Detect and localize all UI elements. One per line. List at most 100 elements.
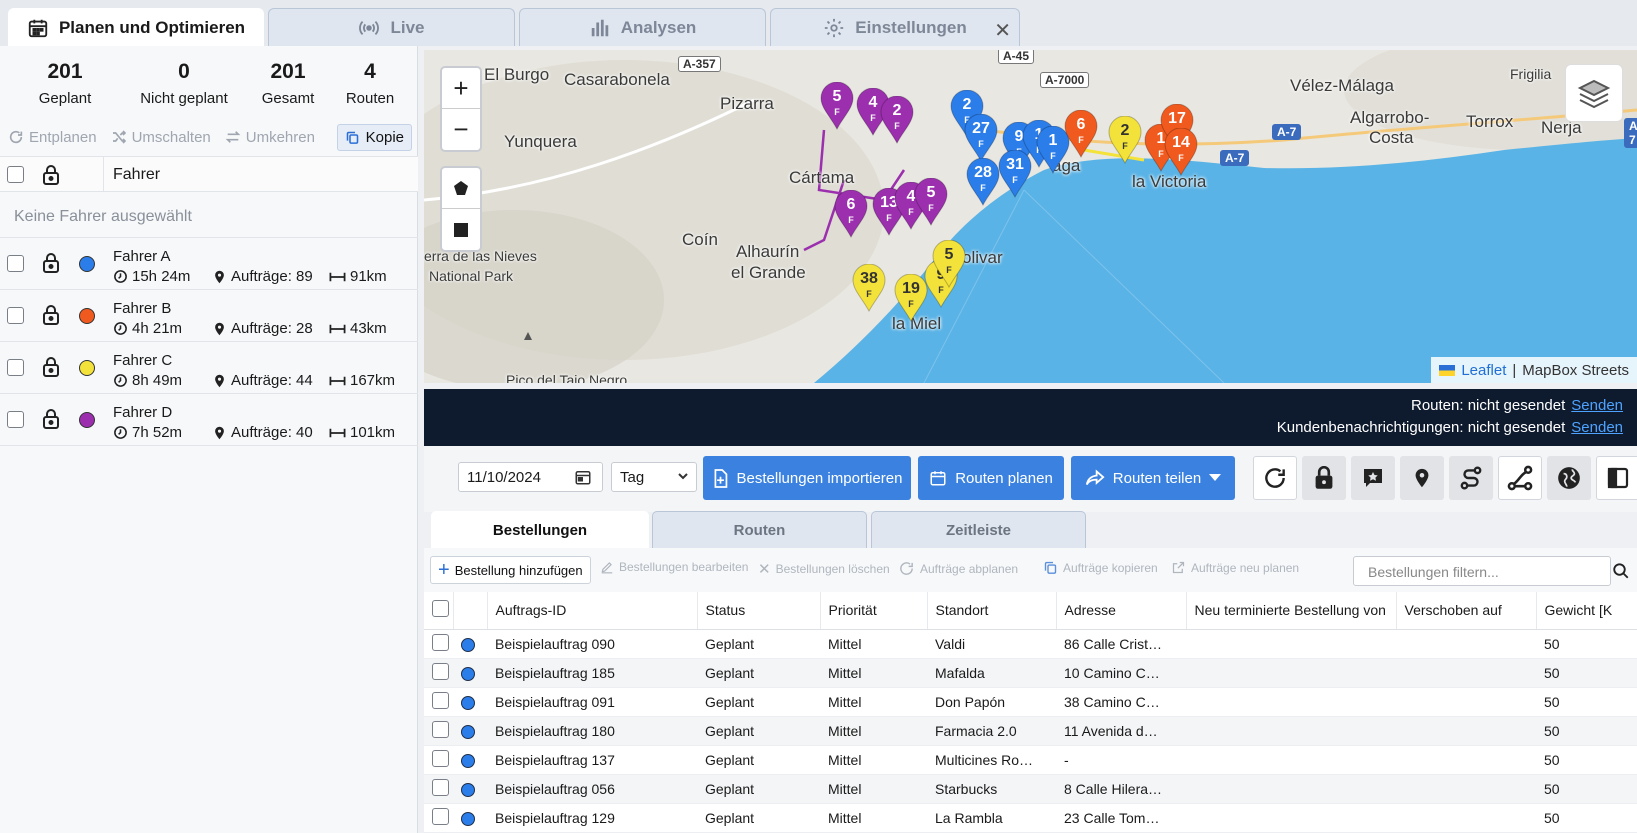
zoom-out-button[interactable]: − [442, 109, 480, 150]
lock-icon[interactable] [42, 357, 60, 377]
map-pin[interactable]: 28 F [966, 157, 1000, 207]
copy-orders-button[interactable]: Aufträge kopieren [1043, 560, 1158, 575]
column-header[interactable]: Standort [927, 592, 1057, 630]
column-header[interactable]: Status [697, 592, 821, 630]
leaflet-link[interactable]: Leaflet [1461, 362, 1506, 379]
globe-button[interactable] [1547, 456, 1591, 500]
row-checkbox[interactable] [432, 807, 449, 825]
map-pin[interactable]: 38 F [852, 263, 886, 313]
starred-message-button[interactable] [1351, 456, 1395, 500]
tab-analytics[interactable]: Analysen [519, 8, 766, 46]
map-pin[interactable]: 2F [1108, 115, 1142, 165]
subtab-orders[interactable]: Bestellungen [431, 511, 649, 548]
row-checkbox-cell [424, 716, 453, 746]
search-icon[interactable] [1612, 562, 1630, 580]
map-pin[interactable]: 19 F [894, 273, 928, 323]
map-pin[interactable]: 27 F [964, 113, 998, 163]
driver-row[interactable]: Fahrer C 8h 49m Aufträge: 44 167km [0, 342, 418, 394]
location-cell: Multicines Ro… [927, 745, 1056, 775]
row-checkbox[interactable] [432, 691, 449, 709]
stat-total: 201 Gesamt [258, 60, 318, 107]
share-routes-button[interactable]: Routen teilen [1071, 456, 1235, 500]
row-checkbox[interactable] [432, 633, 449, 651]
column-header[interactable]: Neu terminierte Bestellung von [1186, 592, 1397, 630]
map-pin[interactable]: 6F [834, 189, 868, 239]
table-row[interactable]: Beispielauftrag 056 Geplant Mittel Starbuck… [424, 774, 1637, 804]
driver-checkbox[interactable] [7, 307, 24, 324]
table-row[interactable]: Beispielauftrag 185 Geplant Mittel Mafalda 1… [424, 658, 1637, 688]
row-color-cell [453, 803, 487, 833]
zoom-in-button[interactable]: + [442, 68, 480, 109]
import-orders-button[interactable]: Bestellungen importieren [703, 456, 911, 500]
sidebar-toggle-button[interactable] [1596, 456, 1637, 500]
route-map[interactable]: El Burgo Casarabonela Pizarra Yunquera C… [424, 50, 1637, 383]
gear-icon [825, 18, 844, 37]
add-order-button[interactable]: + Bestellung hinzufügen [430, 556, 591, 584]
driver-row[interactable]: Fahrer D 7h 52m Aufträge: 40 101km [0, 394, 418, 446]
map-pin[interactable]: 14 F [1164, 127, 1198, 177]
reverse-button[interactable]: Umkehren [225, 129, 315, 146]
driver-checkbox[interactable] [7, 255, 24, 272]
select-all-drivers-checkbox[interactable] [7, 166, 24, 183]
row-checkbox[interactable] [432, 662, 449, 680]
row-checkbox[interactable] [432, 778, 449, 796]
map-pin[interactable]: 5F [932, 239, 966, 289]
table-row[interactable]: Beispielauftrag 090 Geplant Mittel Valdi 86 … [424, 629, 1637, 659]
plan-routes-button[interactable]: Routen planen [918, 456, 1064, 500]
stat-label: Geplant [38, 90, 92, 107]
copy-button[interactable]: Kopie [336, 123, 412, 151]
column-header[interactable]: Adresse [1056, 592, 1187, 630]
driver-checkbox[interactable] [7, 359, 24, 376]
column-header[interactable]: Gewicht [K [1536, 592, 1637, 630]
toggle-button[interactable]: Umschalten [111, 129, 211, 146]
table-row[interactable]: Beispielauftrag 137 Geplant Mittel Multicin… [424, 745, 1637, 775]
lock-icon[interactable] [42, 253, 60, 273]
column-header[interactable]: Verschoben auf [1396, 592, 1537, 630]
table-row[interactable]: Beispielauftrag 180 Geplant Mittel Farmacia… [424, 716, 1637, 746]
map-pin[interactable]: 5F [914, 177, 948, 227]
row-checkbox[interactable] [432, 749, 449, 767]
lock-icon[interactable] [42, 409, 60, 429]
column-header[interactable]: Auftrags-ID [487, 592, 698, 630]
driver-checkbox[interactable] [7, 411, 24, 428]
send-notifications-link[interactable]: Senden [1571, 419, 1623, 436]
table-row[interactable]: Beispielauftrag 129 Geplant Mittel La Rambl… [424, 803, 1637, 833]
refresh-button[interactable] [1253, 456, 1297, 500]
subtab-routes[interactable]: Routen [652, 511, 867, 548]
tab-plan-optimize[interactable]: Planen und Optimieren [8, 8, 264, 46]
status-cell: Geplant [697, 803, 820, 833]
select-all-orders-checkbox[interactable] [432, 600, 449, 618]
map-pin[interactable]: 31 F [998, 149, 1032, 199]
route-split-button[interactable] [1498, 456, 1542, 500]
lock-button[interactable] [1302, 456, 1346, 500]
driver-row[interactable]: Fahrer B 4h 21m Aufträge: 28 43km [0, 290, 418, 342]
tab-live[interactable]: Live [268, 8, 515, 46]
map-pin[interactable]: 2F [880, 95, 914, 145]
unplan-orders-button[interactable]: Aufträge abplanen [898, 560, 1018, 577]
period-select[interactable]: Tag [611, 462, 697, 492]
lock-icon[interactable] [42, 305, 60, 325]
send-routes-link[interactable]: Senden [1571, 397, 1623, 414]
unplan-button[interactable]: Entplanen [8, 129, 97, 146]
subtab-timeline[interactable]: Zeitleiste [871, 511, 1086, 548]
edit-orders-button[interactable]: Bestellungen bearbeiten [600, 560, 748, 574]
delete-orders-button[interactable]: ✕ Bestellungen löschen [758, 560, 890, 578]
location-button[interactable] [1400, 456, 1444, 500]
status-cell: Geplant [697, 716, 820, 746]
tab-settings[interactable]: Einstellungen ✕ [770, 8, 1020, 46]
replan-orders-button[interactable]: Aufträge neu planen [1171, 560, 1299, 575]
close-icon[interactable]: ✕ [994, 18, 1011, 43]
lock-icon[interactable] [42, 165, 60, 185]
driver-row[interactable]: Fahrer A 15h 24m Aufträge: 89 91km [0, 238, 418, 290]
layers-button[interactable] [1565, 64, 1623, 122]
route-path-button[interactable] [1449, 456, 1493, 500]
draw-rectangle-button[interactable] [442, 209, 480, 250]
draw-polygon-button[interactable] [442, 168, 480, 209]
orders-filter-input[interactable]: Bestellungen filtern... [1353, 556, 1611, 586]
row-checkbox[interactable] [432, 720, 449, 738]
calendar-icon[interactable] [574, 468, 592, 486]
map-pin[interactable]: 5F [820, 81, 854, 131]
map-pin[interactable]: 6F [1064, 109, 1098, 159]
column-header[interactable]: Priorität [820, 592, 928, 630]
table-row[interactable]: Beispielauftrag 091 Geplant Mittel Don Papó… [424, 687, 1637, 717]
